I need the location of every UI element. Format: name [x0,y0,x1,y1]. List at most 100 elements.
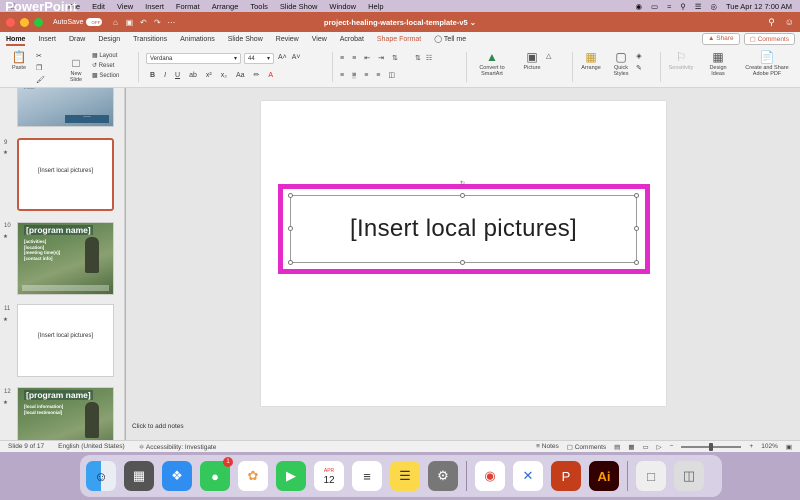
increase-font-icon[interactable]: A˄ [278,54,287,61]
zoom-out-icon[interactable]: − [670,443,674,450]
resize-handle[interactable] [634,260,639,265]
superscript-icon[interactable]: x² [206,72,212,79]
close-window-button[interactable] [6,17,15,27]
slide-thumbnail-panel[interactable]: • ————• ———• —————• ——• ————• ———• —— ──… [0,88,125,440]
language-status[interactable]: English (United States) [58,443,124,450]
menu-tools[interactable]: Tools [250,2,268,11]
tab-shape-format[interactable]: Shape Format [377,36,421,43]
smiley-feedback-icon[interactable]: ☺ [785,17,794,28]
tab-slide-show[interactable]: Slide Show [228,36,263,43]
tab-insert[interactable]: Insert [38,36,56,43]
tab-tell-me[interactable]: ◯ Tell me [434,35,466,43]
quick-styles-button[interactable]: ▢ Quick Styles [608,50,634,77]
font-name-select[interactable]: Verdana ▾ [146,53,241,64]
bullets-icon[interactable]: ≡ [340,55,344,62]
slide-thumbnail-10[interactable]: [program name] [activities] [location] [… [17,222,114,295]
change-case-icon[interactable]: Aa [236,72,245,79]
menu-slide-show[interactable]: Slide Show [280,2,318,11]
save-icon[interactable]: ▣ [122,18,136,27]
comments-button[interactable]: ▢ Comments [743,33,795,45]
slideshow-icon[interactable]: ▷ [657,443,662,451]
accessibility-status[interactable]: ⚛ Accessibility: Investigate [139,443,217,451]
share-button[interactable]: ▲ Share [701,33,740,45]
italic-icon[interactable]: I [164,72,166,79]
home-icon[interactable]: ⌂ [108,18,122,27]
slide-editing-canvas[interactable]: [Insert local pictures] ↻ Click to add n… [126,88,800,440]
columns-icon[interactable]: ◫ [388,71,395,79]
font-size-select[interactable]: 44 ▾ [244,53,274,64]
paste-button[interactable]: 📋 Paste [6,50,32,71]
create-share-pdf-button[interactable]: 📄 Create and Share Adobe PDF [738,50,796,77]
new-slide-button[interactable]: □ New Slide [64,56,88,83]
tab-transitions[interactable]: Transitions [133,36,167,43]
resize-handle[interactable] [460,193,465,198]
align-center-icon[interactable]: ≡ [352,71,357,79]
normal-view-icon[interactable]: ▤ [614,443,620,451]
autosave-control[interactable]: AutoSave OFF [53,18,103,26]
resize-handle[interactable] [634,226,639,231]
text-direction-icon[interactable]: ⇅ [415,54,421,62]
underline-icon[interactable]: U [175,72,180,79]
mail-icon[interactable]: ✕ [513,461,543,491]
zoom-level[interactable]: 102% [761,443,778,450]
tab-draw[interactable]: Draw [69,36,85,43]
battery-icon[interactable]: ▭ [651,2,658,11]
system-preferences-icon[interactable]: ⚙ [428,461,458,491]
justify-icon[interactable]: ≡ [376,72,380,79]
menu-insert[interactable]: Insert [145,2,164,11]
downloads-folder-icon[interactable]: □ [636,461,666,491]
subscript-icon[interactable]: x₂ [221,72,227,79]
decrease-font-icon[interactable]: A˅ [292,54,301,61]
line-spacing-icon[interactable]: ⇅ [392,54,398,62]
design-ideas-button[interactable]: ▦ Design Ideas [704,50,732,77]
notes-placeholder[interactable]: Click to add notes [132,423,184,430]
slide-thumbnail-8[interactable]: • ————• ———• —————• ——• ————• ———• —— ──… [17,88,114,127]
control-center-icon[interactable]: ☰ [695,2,702,11]
safari-icon[interactable]: ❖ [162,461,192,491]
align-right-icon[interactable]: ≡ [364,72,368,79]
format-painter-icon[interactable]: 🖌 [36,76,45,84]
menu-arrange[interactable]: Arrange [212,2,239,11]
slide-thumbnail-9[interactable]: [Insert local pictures] [17,138,114,211]
align-left-icon[interactable]: ≡ [340,72,344,79]
siri-icon[interactable]: ◎ [710,2,717,11]
arrange-button[interactable]: ▦ Arrange [576,50,606,71]
slide-text-box[interactable]: [Insert local pictures] [290,195,637,263]
notes-app-icon[interactable]: ☰ [390,461,420,491]
resize-handle[interactable] [634,193,639,198]
tell-me-search-icon[interactable]: ⚲ [768,17,775,28]
menu-window[interactable]: Window [329,2,356,11]
messages-icon[interactable]: ● 1 [200,457,233,491]
slide-thumbnail-12[interactable]: [program name] [local information] [loca… [17,387,114,440]
launchpad-icon[interactable]: ▦ [124,461,154,491]
resize-handle[interactable] [288,193,293,198]
autosave-toggle[interactable]: OFF [86,18,103,26]
reminders-icon[interactable]: ≡ [352,461,382,491]
tab-home[interactable]: Home [6,36,26,46]
shape-fill-icon[interactable]: ◈ [636,52,641,60]
resize-handle[interactable] [288,226,293,231]
slide-sorter-icon[interactable]: ▦ [628,443,634,451]
increase-indent-icon[interactable]: ⇥ [378,54,384,62]
picture-button[interactable]: ▣ Picture [518,50,546,71]
reading-view-icon[interactable]: ▭ [642,443,648,451]
layout-button[interactable]: ▦ Layout [92,52,117,59]
menu-format[interactable]: Format [176,2,200,11]
zoom-slider[interactable] [681,442,742,451]
fit-slide-icon[interactable]: ▣ [786,443,792,451]
numbering-icon[interactable]: ≡ [352,55,356,62]
search-icon[interactable]: ⚲ [680,2,686,11]
slide-thumbnail-11[interactable]: [Insert local pictures] [17,304,114,377]
chrome-icon[interactable]: ◉ [475,461,505,491]
powerpoint-icon[interactable]: P [551,461,581,491]
tab-design[interactable]: Design [98,36,120,43]
wifi-icon[interactable]: ≈ [667,2,671,11]
highlight-icon[interactable]: ✏ [254,71,260,79]
trash-icon[interactable]: ◫ [674,461,704,491]
current-slide[interactable]: [Insert local pictures] ↻ [261,101,666,406]
sensitivity-button[interactable]: ⚐ Sensitivity [664,50,698,71]
menubar-clock[interactable]: Tue Apr 12 7:00 AM [726,2,792,11]
tab-review[interactable]: Review [276,36,299,43]
comments-toggle[interactable]: ▢ Comments [567,443,606,451]
photos-icon[interactable]: ✿ [238,461,268,491]
